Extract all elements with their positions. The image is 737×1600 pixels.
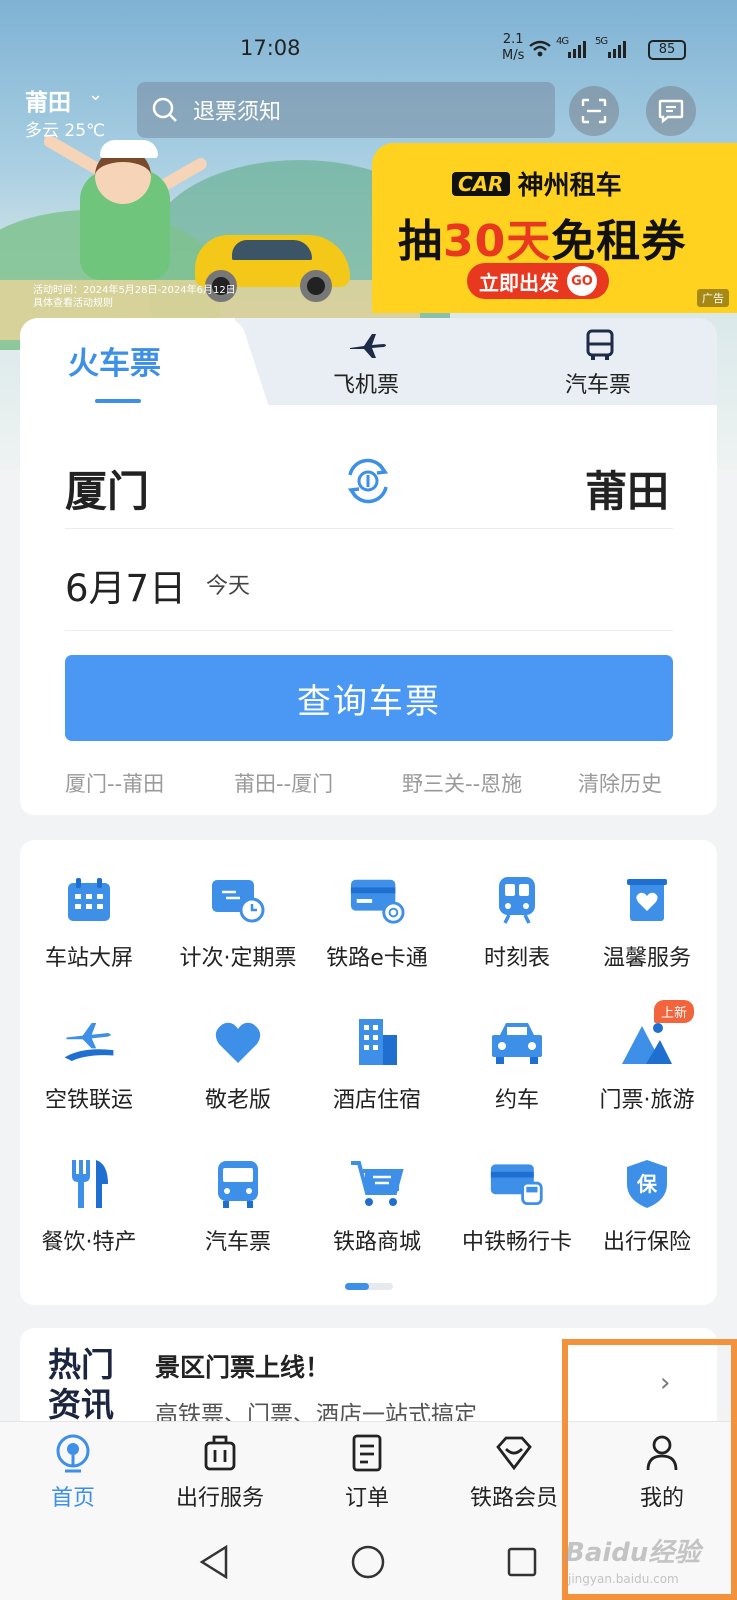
message-button[interactable] <box>646 86 696 136</box>
search-placeholder: 退票须知 <box>193 100 282 125</box>
signal-icon <box>608 41 626 58</box>
go-icon: GO <box>567 266 597 296</box>
to-station[interactable]: 莆田 <box>585 458 669 519</box>
signal-label: 5G <box>595 36 608 47</box>
service-periodic-ticket[interactable]: 计次·定期票 <box>168 872 308 972</box>
ad-title: 抽30天免租券 <box>398 216 687 267</box>
fork-knife-icon <box>61 1156 117 1212</box>
service-bus-ticket[interactable]: 汽车票 <box>168 1156 308 1256</box>
back-icon[interactable] <box>198 1544 230 1580</box>
ad-cta-button[interactable]: 立即出发 GO <box>467 263 609 299</box>
bus-icon <box>580 327 620 363</box>
illustration-car-window <box>232 240 312 260</box>
divider <box>65 630 673 631</box>
signal-label: 4G <box>556 36 569 47</box>
banner-fine-print: 活动时间：2024年5月28日-2024年6月12日 具体查看活动规则 <box>33 285 236 309</box>
service-tickets-tourism[interactable]: 门票·旅游 <box>577 1014 717 1114</box>
ad-brand: CAR 神州租车 <box>452 165 622 202</box>
nav-travel-services[interactable]: 出行服务 <box>155 1432 285 1512</box>
history-item[interactable]: 厦门--莆田 <box>65 768 164 798</box>
heart-box-icon <box>619 872 675 928</box>
plane-icon <box>348 327 388 363</box>
watermark: Baidu经验 <box>565 1538 701 1568</box>
service-travel-insurance[interactable]: 保 出行保险 <box>577 1156 717 1256</box>
plane-train-icon <box>61 1014 117 1070</box>
status-bar: 17:08 2.1 M/s 4G 5G 85 <box>0 30 737 70</box>
service-air-rail[interactable]: 空铁联运 <box>19 1014 159 1114</box>
ad-panel[interactable]: CAR 神州租车 抽30天免租券 立即出发 GO 广告 <box>372 143 737 313</box>
from-station[interactable]: 厦门 <box>65 458 149 519</box>
battery-icon: 85 <box>648 40 686 60</box>
status-time: 17:08 <box>240 36 301 60</box>
building-icon <box>349 1014 405 1070</box>
city-selector[interactable]: 莆田 <box>25 83 71 117</box>
new-badge: 上新 <box>654 1000 695 1023</box>
watermark-url: jingyan.baidu.com <box>568 1572 679 1586</box>
illustration-wheel <box>300 270 332 302</box>
home-rail-icon <box>8 1432 138 1474</box>
ad-badge: 广告 <box>697 289 729 307</box>
shield-icon: 保 <box>619 1156 675 1212</box>
news-tag: 热门 资讯 <box>48 1345 114 1424</box>
service-rail-mall[interactable]: 铁路商城 <box>307 1156 447 1256</box>
tab-train[interactable]: 火车票 <box>68 338 161 383</box>
recents-icon[interactable] <box>506 1546 538 1578</box>
home-icon[interactable] <box>350 1544 386 1580</box>
cart-icon <box>349 1156 405 1212</box>
scan-icon <box>581 98 607 124</box>
service-e-card[interactable]: 铁路e卡通 <box>307 872 447 972</box>
service-car-hailing[interactable]: 约车 <box>447 1014 587 1114</box>
weather-text: 多云 25℃ <box>25 121 106 141</box>
service-elderly-mode[interactable]: 敬老版 <box>168 1014 308 1114</box>
divider <box>65 528 673 529</box>
card-icon <box>349 872 405 928</box>
date-note: 今天 <box>206 574 251 599</box>
illustration-hat <box>100 140 158 158</box>
nav-rail-membership[interactable]: 铁路会员 <box>449 1432 579 1512</box>
service-hotel[interactable]: 酒店住宿 <box>307 1014 447 1114</box>
wifi-icon <box>529 40 551 57</box>
ad-logo: CAR <box>452 171 510 196</box>
card-train-icon <box>489 1156 545 1212</box>
page-indicator-active <box>345 1283 369 1290</box>
service-food[interactable]: 餐饮·特产 <box>19 1156 159 1256</box>
heart-icon <box>210 1014 266 1070</box>
car-icon <box>489 1014 545 1070</box>
tab-bus[interactable]: 汽车票 <box>565 367 631 399</box>
diamond-icon <box>449 1432 579 1474</box>
chevron-down-icon[interactable]: ⌄ <box>88 84 103 105</box>
svg-text:保: 保 <box>636 1172 658 1196</box>
tab-underline <box>95 399 141 403</box>
signal-icon <box>568 41 586 58</box>
history-item[interactable]: 莆田--厦门 <box>234 768 333 798</box>
nav-home[interactable]: 首页 <box>8 1432 138 1512</box>
query-tickets-button[interactable]: 查询车票 <box>65 655 673 741</box>
history-item[interactable]: 野三关--恩施 <box>402 768 522 798</box>
ad-brand-name: 神州租车 <box>517 171 622 201</box>
tab-flight[interactable]: 飞机票 <box>333 367 399 399</box>
nav-orders[interactable]: 订单 <box>302 1432 432 1512</box>
luggage-icon <box>155 1432 285 1474</box>
service-rail-pass-card[interactable]: 中铁畅行卡 <box>447 1156 587 1256</box>
service-care[interactable]: 温馨服务 <box>577 872 717 972</box>
bus-icon <box>210 1156 266 1212</box>
service-timetable[interactable]: 时刻表 <box>447 872 587 972</box>
calendar-icon <box>61 872 117 928</box>
service-station-screen[interactable]: 车站大屏 <box>19 872 159 972</box>
swap-stations-icon[interactable] <box>342 455 394 507</box>
ticket-clock-icon <box>210 872 266 928</box>
news-title[interactable]: 景区门票上线！ <box>155 1348 330 1384</box>
page-indicator <box>345 1283 393 1290</box>
departure-date[interactable]: 6月7日 <box>65 558 186 612</box>
train-icon <box>489 872 545 928</box>
order-icon <box>302 1432 432 1474</box>
scan-button[interactable] <box>569 86 619 136</box>
network-speed: 2.1 M/s <box>502 32 525 63</box>
search-bar[interactable]: 退票须知 <box>137 82 555 138</box>
search-icon <box>152 97 177 122</box>
clear-history-button[interactable]: 清除历史 <box>578 768 662 798</box>
message-icon <box>658 99 684 124</box>
